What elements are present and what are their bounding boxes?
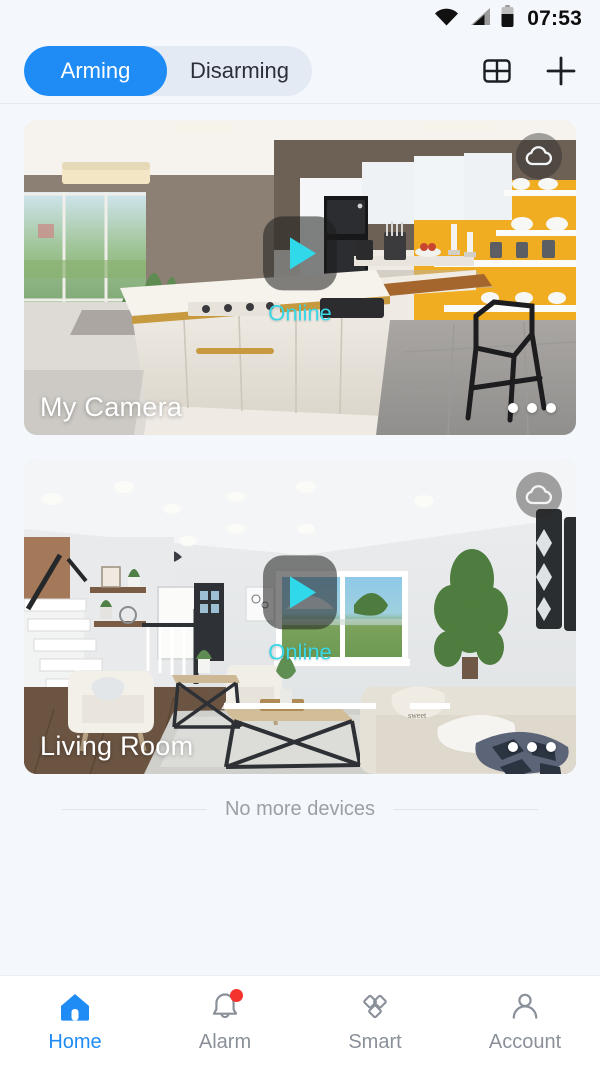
header-actions xyxy=(480,54,578,88)
tab-account[interactable]: Account xyxy=(450,976,600,1067)
status-bar-clock: 07:53 xyxy=(527,7,582,30)
footer-rule-left xyxy=(61,809,207,810)
play-icon[interactable] xyxy=(263,215,337,290)
home-icon xyxy=(58,990,92,1024)
device-card-camera[interactable]: Online My Camera xyxy=(24,120,576,435)
battery-icon xyxy=(500,5,515,33)
list-footer: No more devices xyxy=(24,798,576,821)
preview-play-overlay: Online xyxy=(263,215,337,326)
device-status-text: Online xyxy=(268,638,332,664)
tab-home-label: Home xyxy=(48,1030,102,1053)
tab-home[interactable]: Home xyxy=(0,976,150,1067)
alarm-badge xyxy=(230,988,243,1002)
bottom-tab-bar: Home Alarm Smart Account xyxy=(0,975,600,1067)
svg-text:sweet: sweet xyxy=(408,711,427,720)
tab-alarm[interactable]: Alarm xyxy=(150,976,300,1067)
cellular-signal-icon xyxy=(468,7,491,31)
segment-arming[interactable]: Arming xyxy=(24,45,167,96)
person-icon xyxy=(508,990,542,1024)
preview-play-overlay: Online xyxy=(263,554,337,665)
segment-disarming[interactable]: Disarming xyxy=(167,46,312,96)
device-card-living-room[interactable]: home sweet xyxy=(24,459,576,774)
more-options-icon[interactable] xyxy=(508,742,556,752)
app-screen: 07:53 Arming Disarming Online My Camera … xyxy=(0,0,600,1067)
play-icon[interactable] xyxy=(263,554,337,629)
cloud-storage-badge[interactable] xyxy=(516,472,562,518)
no-more-devices-text: No more devices xyxy=(224,798,376,820)
bell-icon xyxy=(208,988,243,1024)
device-list: Online My Camera sweet Online Living Roo… xyxy=(0,104,600,975)
arming-mode-segmented-control[interactable]: Arming Disarming xyxy=(24,45,312,96)
wifi-icon xyxy=(434,7,459,31)
grid-layout-icon[interactable] xyxy=(480,54,514,88)
diamonds-icon xyxy=(358,990,392,1024)
footer-rule-right xyxy=(393,809,539,810)
cloud-icon xyxy=(525,146,553,166)
device-status-text: Online xyxy=(268,299,332,325)
device-name: Living Room xyxy=(40,731,194,761)
app-header: Arming Disarming xyxy=(0,38,600,104)
status-bar: 07:53 xyxy=(0,0,600,38)
tab-smart-label: Smart xyxy=(348,1030,402,1053)
more-options-icon[interactable] xyxy=(508,403,556,413)
tab-alarm-label: Alarm xyxy=(198,1030,252,1053)
cloud-icon xyxy=(525,485,553,505)
plus-icon[interactable] xyxy=(544,54,578,88)
tab-smart[interactable]: Smart xyxy=(300,976,450,1067)
cloud-storage-badge[interactable] xyxy=(516,133,562,179)
device-name: My Camera xyxy=(40,392,183,422)
tab-account-label: Account xyxy=(488,1030,562,1053)
